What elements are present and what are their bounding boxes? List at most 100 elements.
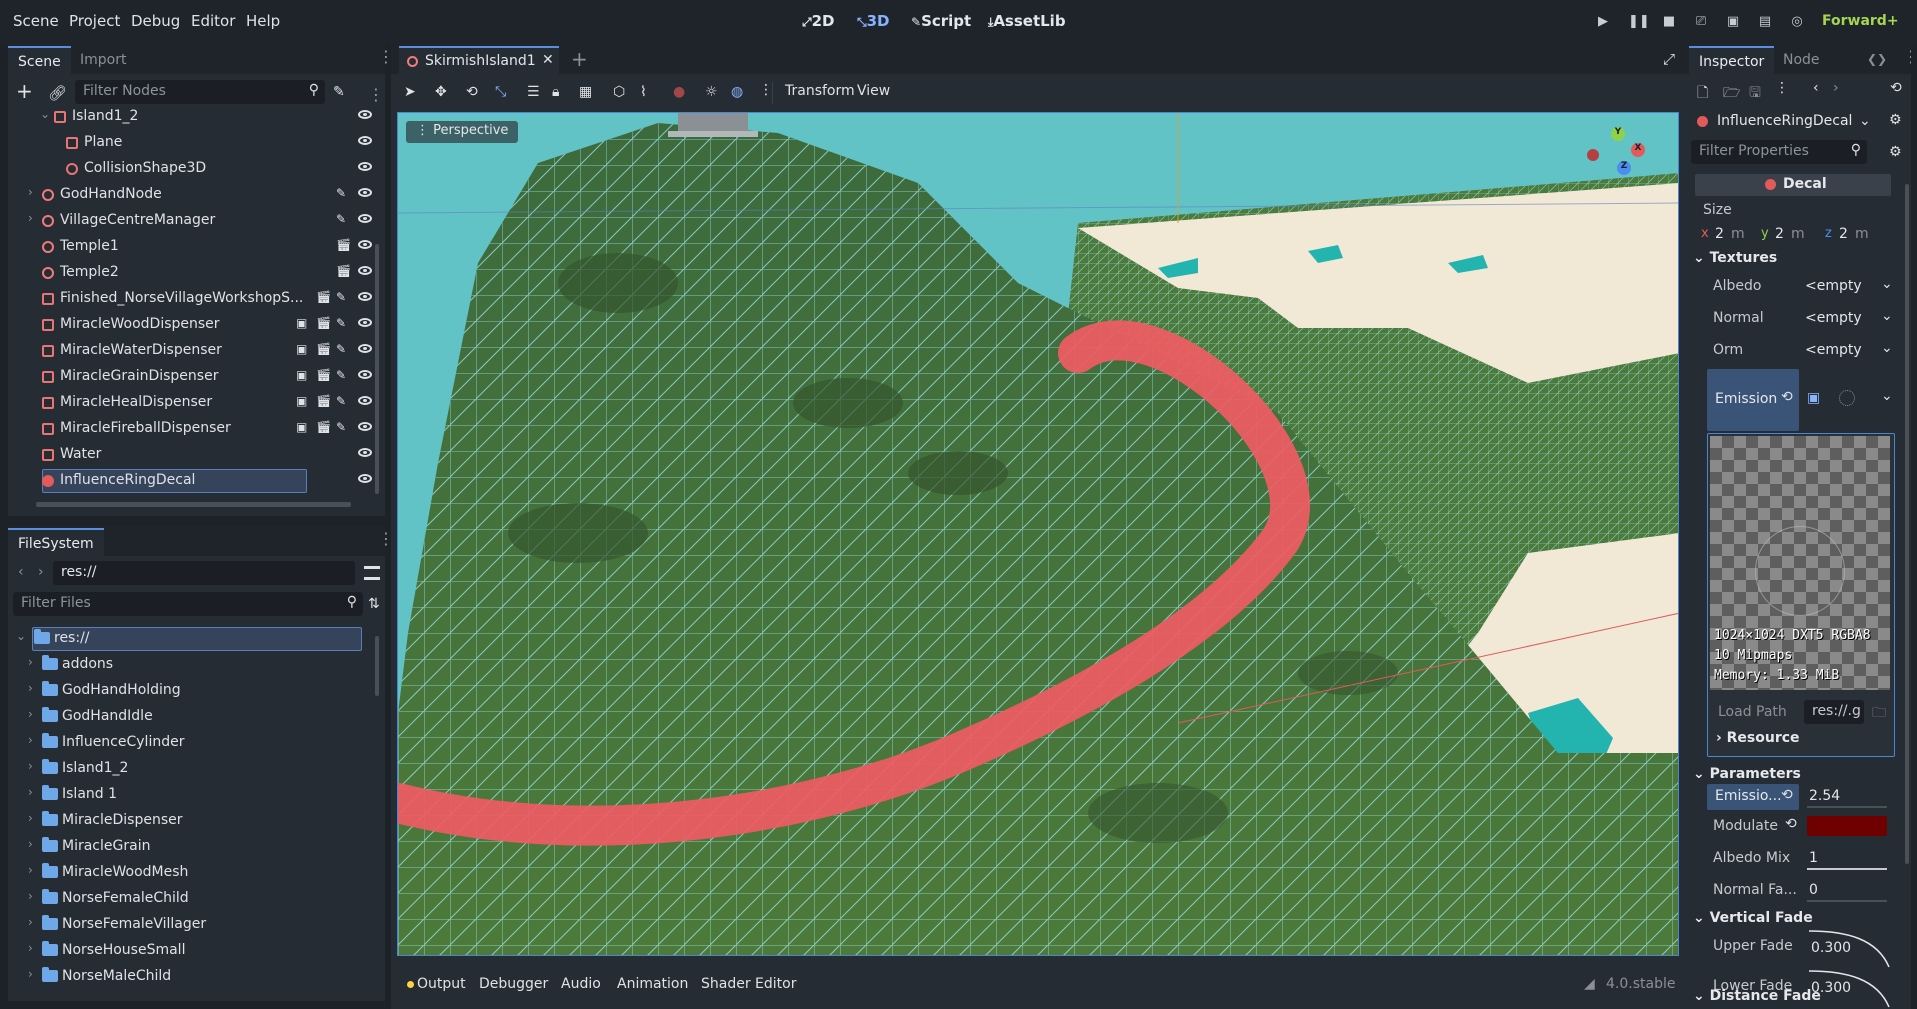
workspace-2d-button[interactable]: ⤢2D [802,12,835,30]
visibility-icon[interactable] [358,266,372,275]
clapper-icon[interactable]: 🎬︎ [316,420,331,434]
environment-icon[interactable]: ◍ [731,84,743,100]
script-icon[interactable]: ✎ [336,394,346,408]
tab-import[interactable]: Import [70,46,136,74]
menu-editor[interactable]: Editor [191,12,235,30]
chevron-down-icon[interactable]: ⌄ [1881,388,1893,404]
chevron-down-icon[interactable]: ⌄ [16,629,26,643]
fs-folder-row[interactable]: › MiracleGrain [8,834,380,860]
fs-root[interactable]: ⌄ res:// [8,626,380,652]
remote-debug-icon[interactable]: ⎚ [1693,14,1709,30]
chevron-right-icon[interactable]: › [28,837,33,851]
visibility-icon[interactable] [358,370,372,379]
tree-node[interactable]: MiracleFireballDispenser ✎ 🎬︎ ▣ [8,416,380,442]
fs-folder-row[interactable]: › NorseFemaleVillager [8,912,380,938]
size-z-field[interactable]: 2 [1839,226,1848,242]
chevron-down-icon[interactable]: ⌄ [40,107,50,121]
history-icon[interactable]: ⟲ [1890,80,1902,96]
workspace-assetlib-button[interactable]: ⤓AssetLib [988,12,1066,30]
visibility-icon[interactable] [358,474,372,483]
size-x-field[interactable]: 2 [1715,226,1724,242]
vertical-fade-section[interactable]: ⌄ Vertical Fade [1693,910,1813,926]
chevron-down-icon[interactable]: ⌄ [1881,276,1893,292]
save-icon[interactable]: 🖫︎ [1749,82,1761,106]
group-icon[interactable]: ▣ [296,316,307,330]
group-icon[interactable]: ▣ [296,342,307,356]
ruler-icon[interactable]: ⌇ [640,84,647,100]
node-selector[interactable]: InfluenceRingDecal ⌄ [1695,110,1875,134]
filter-tools-icon[interactable]: ⚙ [1889,144,1902,160]
link-icon[interactable]: 🔗︎ [48,84,67,102]
resource-section[interactable]: › Resource [1716,730,1800,746]
view-menu[interactable]: View [857,83,890,99]
scene-options-icon[interactable]: ⋮ [368,87,384,103]
visibility-icon[interactable] [358,318,372,327]
filter-nodes-input[interactable]: Filter Nodes ⚲ [75,80,325,104]
tab-inspector[interactable]: Inspector [1689,46,1775,74]
kebab-icon[interactable]: ⋮ [759,82,773,98]
workspace-3d-button[interactable]: ⤡3D [857,12,890,30]
parameters-section[interactable]: ⌄ Parameters [1693,766,1801,782]
clapper-icon[interactable]: 🎬︎ [316,368,331,382]
tab-animation[interactable]: Animation [617,976,688,992]
preview-thumb[interactable] [1839,390,1855,406]
chevron-right-icon[interactable]: › [28,915,33,929]
list-select-icon[interactable]: ☰ [527,84,540,100]
3d-viewport[interactable]: ⋮ Perspective Y X Z [397,112,1679,956]
visibility-icon[interactable] [358,162,372,171]
distance-fade-section[interactable]: ⌄ Distance Fade [1693,988,1821,1004]
chevron-right-icon[interactable]: › [28,655,33,669]
script-icon[interactable]: ✎ [336,212,346,226]
history-back-icon[interactable]: ‹ [1813,80,1819,96]
transform-menu[interactable]: Transform [785,83,855,99]
tab-skirmishisland1[interactable]: SkirmishIsland1 ✕ [399,46,559,74]
fs-folder-row[interactable]: › NorseMaleChild [8,964,380,990]
script-icon[interactable]: ✎ [336,186,346,200]
folder-icon[interactable]: 🗀︎ [1872,702,1886,726]
fs-folder-row[interactable]: › Island1_2 [8,756,380,782]
clapper-icon[interactable]: 🎬︎ [316,290,331,304]
revert-icon[interactable]: ⟲ [1785,816,1797,832]
revert-icon[interactable]: ⟲ [1781,389,1793,405]
chevron-right-icon[interactable]: › [28,185,33,199]
script-icon[interactable]: ✎ [336,316,346,330]
visibility-icon[interactable] [358,240,372,249]
group-icon[interactable]: ▦ [579,84,592,100]
fs-folder-row[interactable]: › NorseHouseSmall [8,938,380,964]
tab-scene[interactable]: Scene [8,46,71,74]
play-custom-scene-icon[interactable]: ▤ [1757,14,1773,30]
object-properties-icon[interactable]: ⚙ [1889,112,1902,128]
local-space-icon[interactable]: ● [673,84,685,100]
back-icon[interactable]: ‹ [18,564,24,580]
script-icon[interactable]: ✎ [336,290,346,304]
add-node-icon[interactable]: + [16,81,33,101]
tree-node[interactable]: MiracleWaterDispenser ✎ 🎬︎ ▣ [8,338,380,364]
script-icon[interactable]: ✎ [336,342,346,356]
chevron-right-icon[interactable]: › [28,785,33,799]
script-icon[interactable]: ✎ [336,368,346,382]
history-forward-icon[interactable]: › [1833,80,1839,96]
filter-properties-input[interactable]: Filter Properties ⚲ [1691,140,1867,164]
tree-node[interactable]: Plane [8,130,380,156]
chevron-right-icon[interactable]: › [28,811,33,825]
collapse-icon[interactable]: ❮❯ [1867,52,1887,66]
clapper-icon[interactable]: 🎬︎ [316,342,331,356]
tree-node[interactable]: MiracleGrainDispenser ✎ 🎬︎ ▣ [8,364,380,390]
visibility-icon[interactable] [358,188,372,197]
visibility-icon[interactable] [358,448,372,457]
filter-files-input[interactable]: Filter Files ⚲ [13,592,363,616]
renderer-selector[interactable]: Forward+ [1822,13,1899,29]
normal-texture-picker[interactable]: <empty [1805,310,1862,326]
play-scene-icon[interactable]: ▣ [1725,14,1741,30]
emission-energy-slider[interactable]: 2.54 [1805,786,1889,808]
kebab-icon[interactable]: ⋮ [1775,80,1789,96]
toggle-split-icon[interactable] [364,566,380,580]
menu-project[interactable]: Project [69,12,120,30]
add-tab-icon[interactable]: + [571,47,588,71]
tree-node[interactable]: MiracleHealDispenser ✎ 🎬︎ ▣ [8,390,380,416]
chevron-right-icon[interactable]: › [28,707,33,721]
dock-menu-icon[interactable]: ⋮ [1903,49,1911,65]
tree-scrollbar[interactable] [375,244,379,494]
tree-node[interactable]: › VillageCentreManager ✎ [8,208,380,234]
chevron-right-icon[interactable]: › [28,941,33,955]
